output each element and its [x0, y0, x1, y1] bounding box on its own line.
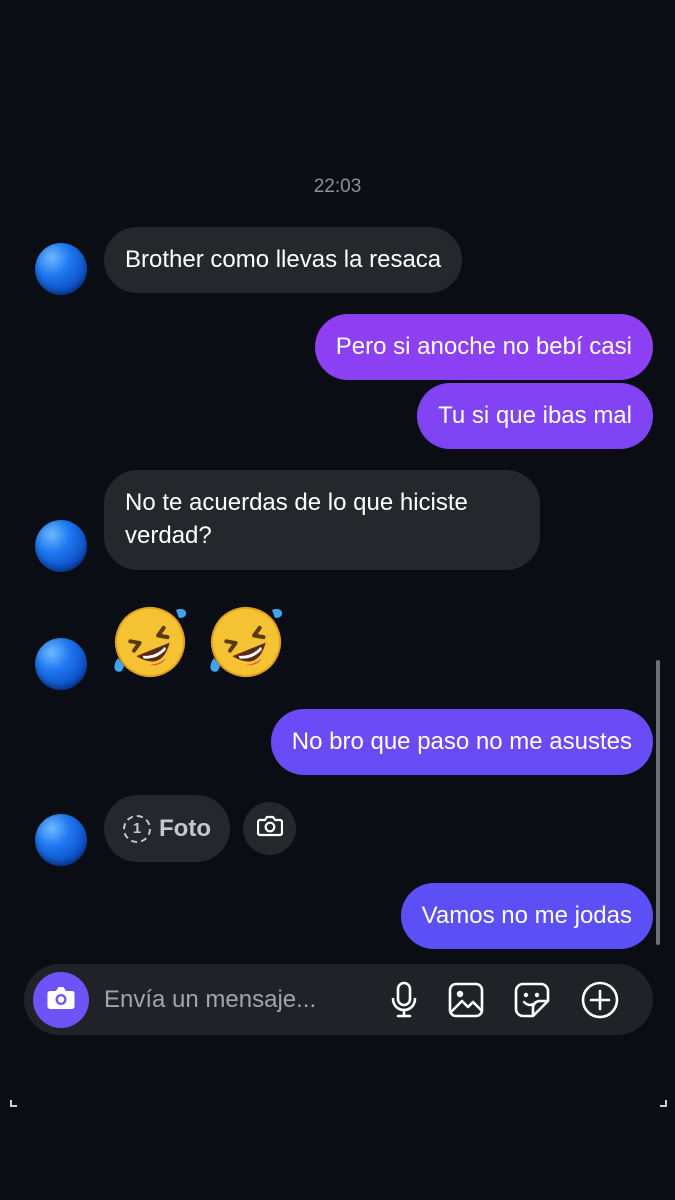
message-text: Brother como llevas la resaca [125, 246, 442, 273]
incoming-message-bubble[interactable]: Brother como llevas la resaca [104, 227, 463, 293]
reply-camera-button[interactable] [243, 802, 296, 855]
contact-avatar[interactable] [35, 814, 87, 866]
outgoing-message-bubble[interactable]: Pero si anoche no bebí casi [314, 314, 653, 380]
message-text: Tu si que ibas mal [438, 402, 632, 429]
contact-avatar[interactable] [35, 243, 87, 295]
screenshot-corner-mark [10, 1100, 17, 1107]
message-input[interactable] [104, 983, 364, 1017]
outgoing-message-bubble[interactable]: Vamos no me jodas [400, 883, 653, 949]
message-composer [24, 964, 653, 1035]
message-text: Pero si anoche no bebí casi [335, 333, 632, 360]
camera-icon [256, 815, 283, 842]
plus-icon[interactable] [580, 980, 620, 1020]
message-text: Vamos no me jodas [421, 902, 632, 929]
emoji-message[interactable] [108, 600, 288, 684]
message-text: No bro que paso no me asustes [291, 728, 632, 755]
message-text-line: No te acuerdas de lo que hiciste [125, 489, 468, 516]
camera-icon [46, 985, 76, 1016]
composer-camera-button[interactable] [33, 972, 89, 1028]
contact-avatar[interactable] [35, 638, 87, 690]
incoming-message-bubble[interactable]: No te acuerdas de lo que hiciste verdad? [104, 470, 540, 570]
outgoing-message-bubble[interactable]: No bro que paso no me asustes [270, 709, 653, 775]
rolling-on-floor-laughing-emoji [204, 600, 288, 684]
message-timestamp: 22:03 [313, 176, 362, 197]
photo-label: Foto [159, 814, 211, 842]
rolling-on-floor-laughing-emoji [108, 600, 192, 684]
microphone-icon[interactable] [384, 980, 424, 1020]
gallery-icon[interactable] [446, 980, 486, 1020]
message-text-line: verdad? [125, 522, 212, 549]
photo-count-badge: 1 [123, 814, 151, 843]
screenshot-corner-mark [660, 1100, 667, 1107]
outgoing-message-bubble[interactable]: Tu si que ibas mal [417, 383, 653, 449]
chat-scrollbar[interactable] [656, 660, 660, 945]
sticker-icon[interactable] [512, 980, 552, 1020]
photo-attachment-button[interactable]: 1 Foto [104, 795, 230, 862]
contact-avatar[interactable] [35, 520, 87, 572]
